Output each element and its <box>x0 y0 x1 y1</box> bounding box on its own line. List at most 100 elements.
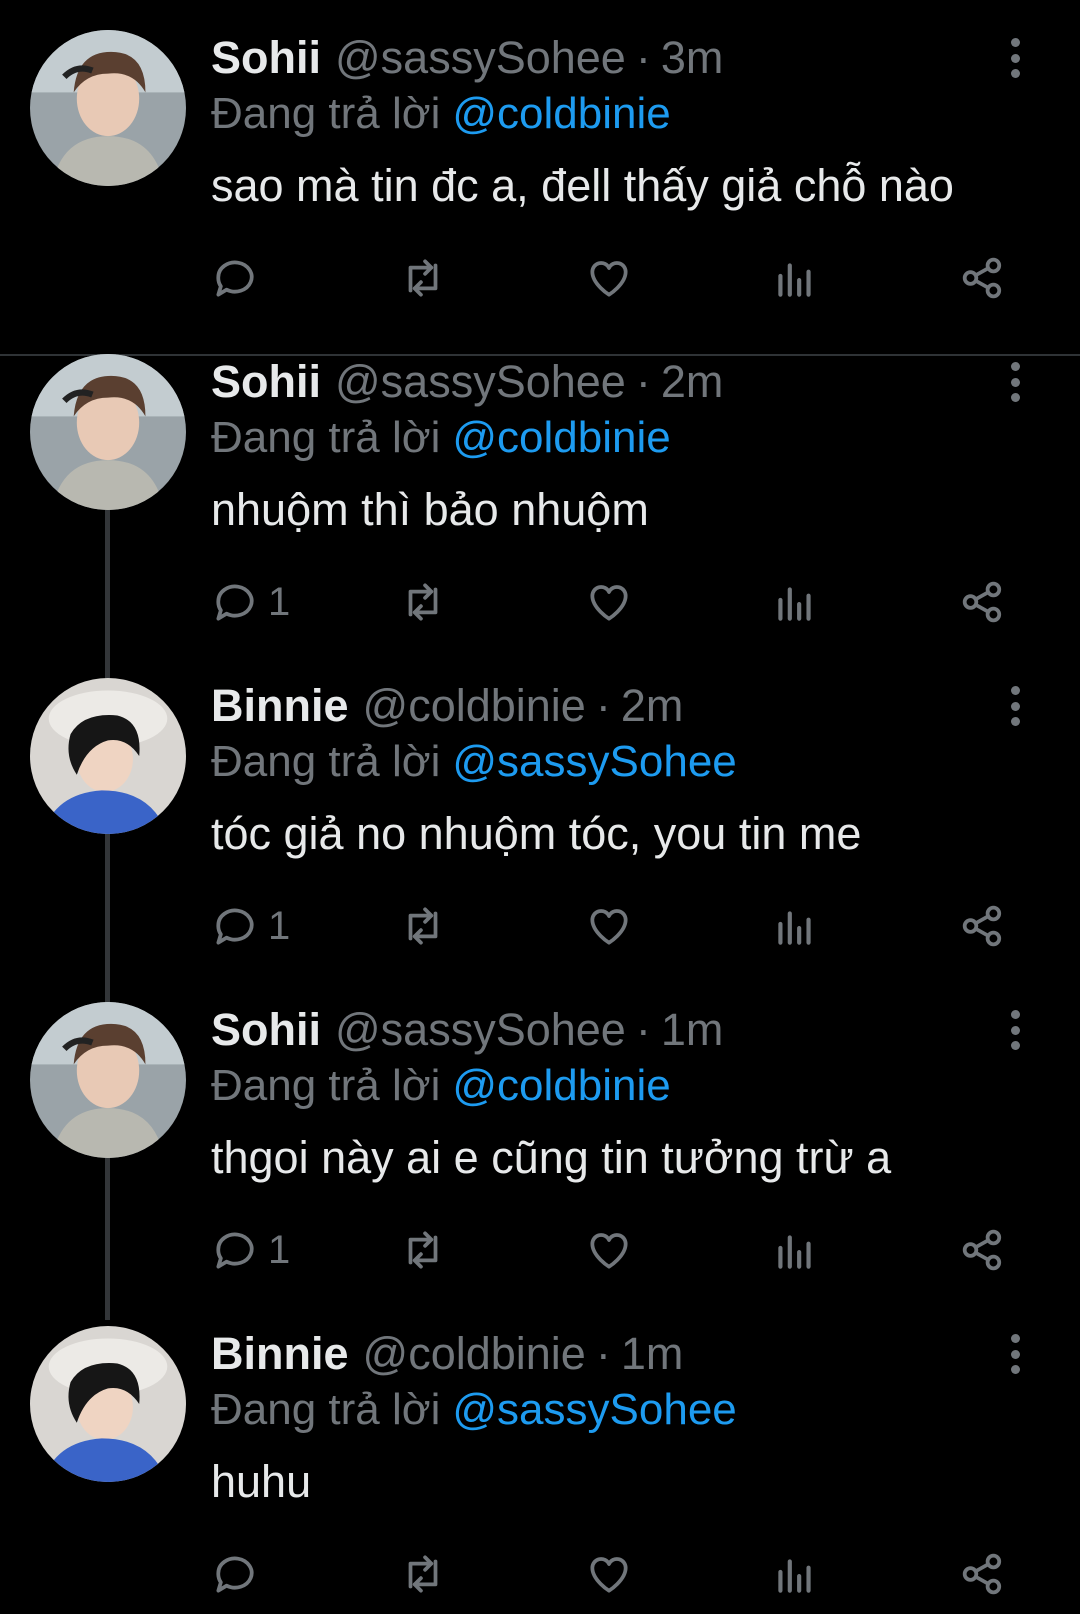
tweet-text: nhuộm thì bảo nhuộm <box>211 484 649 535</box>
timestamp[interactable]: 1m <box>621 1324 684 1384</box>
views-button[interactable] <box>770 1544 820 1604</box>
speech-bubble-icon <box>216 1556 254 1593</box>
vertical-ellipsis-icon[interactable] <box>1003 362 1027 402</box>
tweet-header: Binnie @coldbinie · 1m <box>211 1324 683 1384</box>
heart-icon <box>590 585 628 621</box>
heart-icon <box>590 1557 628 1593</box>
avatar-image <box>30 30 186 186</box>
share-button[interactable] <box>958 572 1008 632</box>
share-button[interactable] <box>958 1220 1008 1280</box>
reply-button[interactable]: 1 <box>210 896 290 956</box>
separator-dot: · <box>595 1328 611 1379</box>
handle[interactable]: @sassySohee <box>335 1000 626 1060</box>
bar-chart-icon <box>778 587 811 621</box>
like-button[interactable] <box>584 896 634 956</box>
retweet-button[interactable] <box>398 1544 448 1604</box>
reply-target-link[interactable]: @sassySohee <box>452 1385 736 1434</box>
avatar[interactable] <box>30 678 186 834</box>
bar-chart-icon <box>778 263 811 297</box>
tweet-header: Sohii @sassySohee · 1m <box>211 1000 723 1060</box>
like-button[interactable] <box>584 1544 634 1604</box>
display-name[interactable]: Sohii <box>211 1000 321 1060</box>
replying-to: Đang trả lời @coldbinie <box>211 1056 671 1116</box>
timestamp[interactable]: 2m <box>661 352 724 412</box>
retweet-button[interactable] <box>398 248 448 308</box>
reply-prefix: Đang trả lời <box>211 1385 441 1434</box>
like-button[interactable] <box>584 1220 634 1280</box>
tweet-text: tóc giả no nhuộm tóc, you tin me <box>211 808 862 859</box>
reply-count: 1 <box>268 579 291 624</box>
like-button[interactable] <box>584 572 634 632</box>
retweet-icon <box>408 259 438 297</box>
avatar-image <box>30 354 186 510</box>
reply-button[interactable] <box>210 1544 268 1604</box>
reply-target-link[interactable]: @coldbinie <box>452 89 670 138</box>
action-bar: 1 <box>0 1220 1080 1280</box>
separator-dot: · <box>635 356 651 407</box>
display-name[interactable]: Binnie <box>211 676 349 736</box>
vertical-ellipsis-icon[interactable] <box>1003 686 1027 726</box>
tweet-header: Sohii @sassySohee · 2m <box>211 352 723 412</box>
separator-dot: · <box>595 680 611 731</box>
display-name[interactable]: Sohii <box>211 28 321 88</box>
avatar[interactable] <box>30 354 186 510</box>
views-button[interactable] <box>770 572 820 632</box>
reply-button[interactable]: 1 <box>210 1220 290 1280</box>
vertical-ellipsis-icon[interactable] <box>1003 1010 1027 1050</box>
vertical-ellipsis-icon[interactable] <box>1003 38 1027 78</box>
vertical-ellipsis-icon[interactable] <box>1003 1334 1027 1374</box>
display-name[interactable]: Sohii <box>211 352 321 412</box>
retweet-button[interactable] <box>398 572 448 632</box>
tweet-header: Sohii @sassySohee · 3m <box>211 28 723 88</box>
replying-to: Đang trả lời @sassySohee <box>211 732 737 792</box>
share-button[interactable] <box>958 248 1008 308</box>
share-button[interactable] <box>958 896 1008 956</box>
speech-bubble-icon <box>216 584 254 621</box>
speech-bubble-icon <box>216 260 254 297</box>
reply-target-link[interactable]: @coldbinie <box>452 1061 670 1110</box>
reply-target-link[interactable]: @sassySohee <box>452 737 736 786</box>
retweet-icon <box>408 583 438 621</box>
share-icon <box>962 905 1002 947</box>
timestamp[interactable]: 1m <box>661 1000 724 1060</box>
timestamp[interactable]: 3m <box>661 28 724 88</box>
reply-prefix: Đang trả lời <box>211 89 441 138</box>
action-bar <box>0 1544 1080 1604</box>
tweet-text: sao mà tin đc a, đell thấy giả chỗ nào <box>211 160 954 211</box>
like-button[interactable] <box>584 248 634 308</box>
views-button[interactable] <box>770 896 820 956</box>
timestamp[interactable]: 2m <box>621 676 684 736</box>
avatar-image <box>30 1002 186 1158</box>
views-button[interactable] <box>770 1220 820 1280</box>
speech-bubble-icon <box>216 908 254 945</box>
speech-bubble-icon <box>216 1232 254 1269</box>
avatar[interactable] <box>30 30 186 186</box>
display-name[interactable]: Binnie <box>211 1324 349 1384</box>
reply-count: 1 <box>268 903 291 948</box>
avatar[interactable] <box>30 1002 186 1158</box>
replying-to: Đang trả lời @coldbinie <box>211 84 671 144</box>
reply-count: 1 <box>268 1227 291 1272</box>
handle[interactable]: @sassySohee <box>335 28 626 88</box>
retweet-button[interactable] <box>398 896 448 956</box>
tweet-text: thgoi này ai e cũng tin tưởng trừ a <box>211 1132 892 1183</box>
bar-chart-icon <box>778 1235 811 1269</box>
share-button[interactable] <box>958 1544 1008 1604</box>
retweet-icon <box>408 1231 438 1269</box>
replying-to: Đang trả lời @coldbinie <box>211 408 671 468</box>
separator-dot: · <box>635 32 651 83</box>
views-button[interactable] <box>770 248 820 308</box>
retweet-icon <box>408 1555 438 1593</box>
retweet-button[interactable] <box>398 1220 448 1280</box>
reply-button[interactable]: 1 <box>210 572 290 632</box>
handle[interactable]: @coldbinie <box>363 1324 586 1384</box>
handle[interactable]: @coldbinie <box>363 676 586 736</box>
reply-target-link[interactable]: @coldbinie <box>452 413 670 462</box>
avatar[interactable] <box>30 1326 186 1482</box>
avatar-image <box>30 1326 186 1482</box>
separator-dot: · <box>635 1004 651 1055</box>
bar-chart-icon <box>778 911 811 945</box>
reply-button[interactable] <box>210 248 268 308</box>
heart-icon <box>590 261 628 297</box>
handle[interactable]: @sassySohee <box>335 352 626 412</box>
